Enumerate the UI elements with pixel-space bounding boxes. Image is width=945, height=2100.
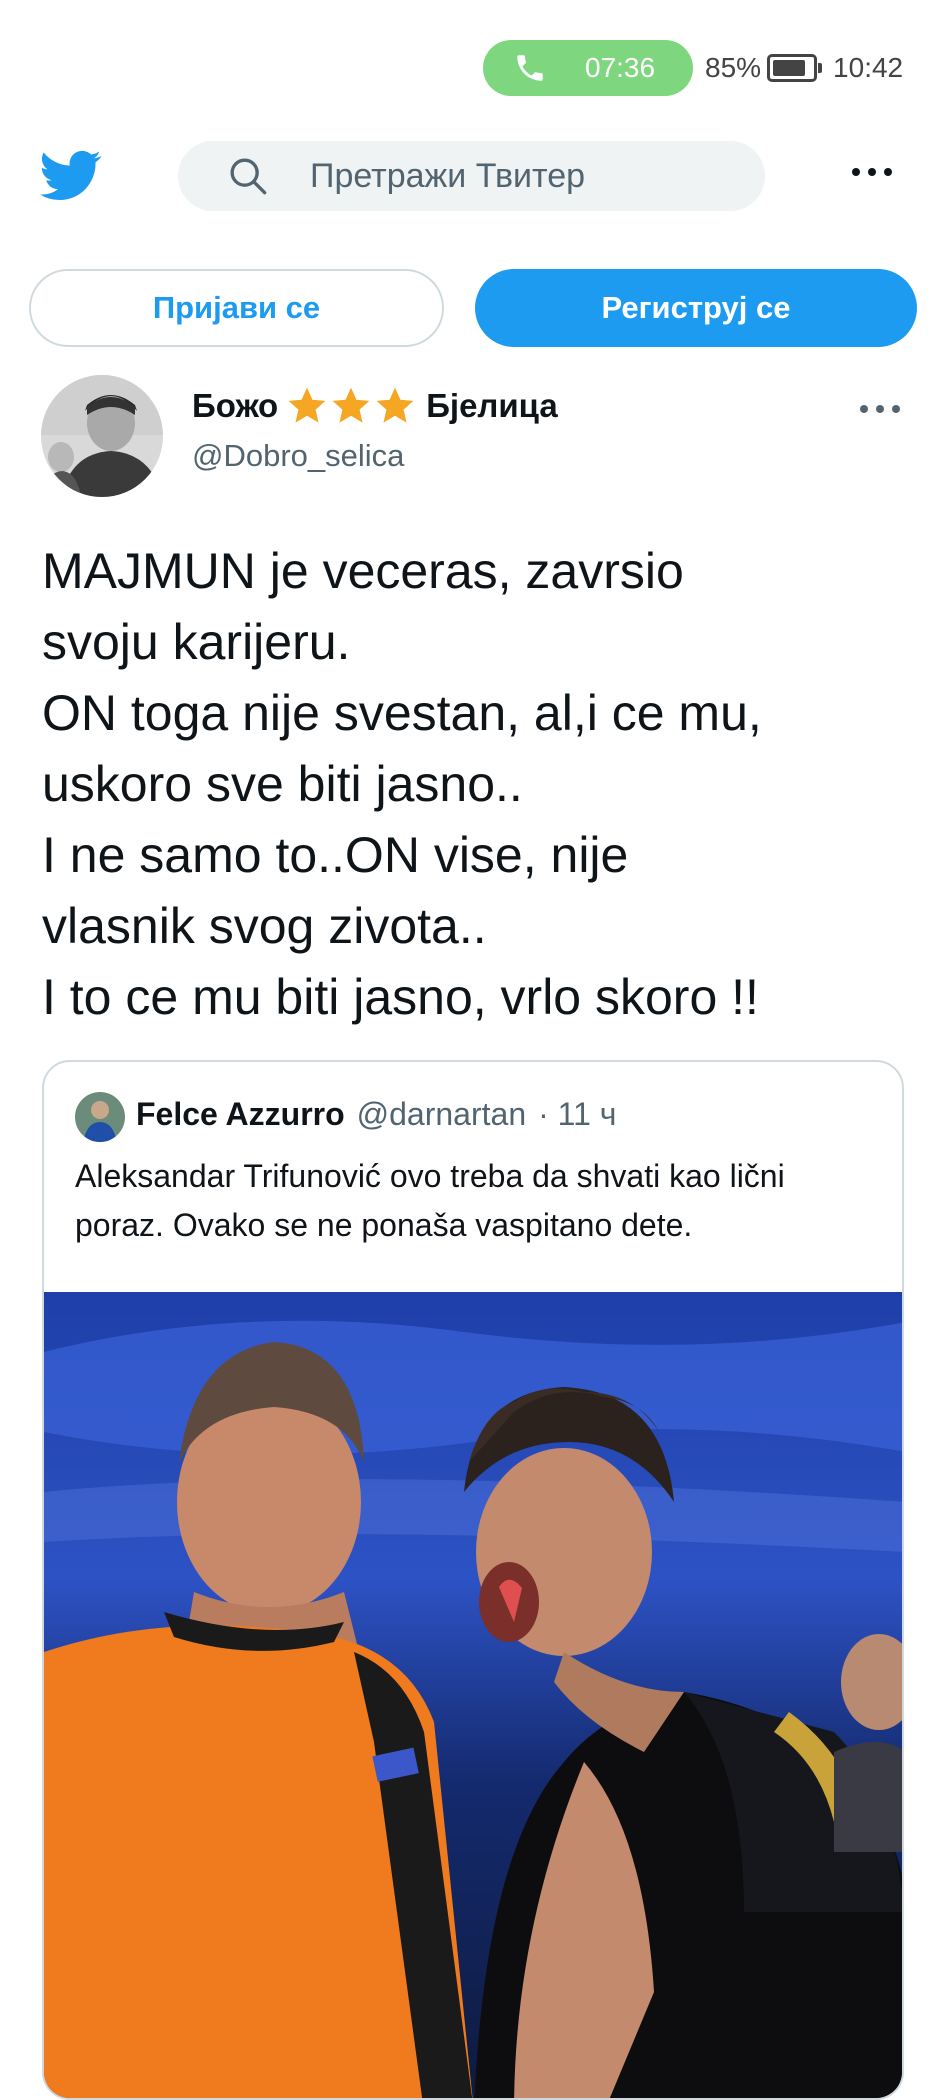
more-icon[interactable]	[850, 160, 894, 184]
star-icon	[332, 387, 370, 423]
clock: 10:42	[833, 52, 904, 83]
author-avatar[interactable]	[41, 375, 163, 497]
author-handle[interactable]: @Dobro_selica	[192, 438, 404, 474]
phone-icon	[517, 55, 543, 81]
quoted-photo[interactable]	[44, 1292, 904, 2100]
author-name[interactable]: Божо Бјелица	[192, 385, 558, 427]
status-bar: 07:36 85% 10:42	[0, 0, 945, 135]
quoted-timestamp: · 11 ч	[538, 1096, 617, 1132]
system-indicators: 85% 10:42	[705, 48, 903, 88]
name-stars	[286, 385, 418, 427]
battery-percent: 85%	[705, 52, 762, 83]
call-duration: 07:36	[585, 52, 656, 83]
quoted-author-handle[interactable]: @darnartan	[357, 1096, 526, 1133]
search-input[interactable]: Претражи Твитер	[178, 141, 765, 211]
battery-icon	[767, 54, 823, 82]
quoted-header: Felce Azzurro @darnartan · 11 ч	[136, 1096, 616, 1133]
more-icon[interactable]	[858, 397, 902, 421]
quoted-author-avatar[interactable]	[75, 1092, 125, 1142]
ongoing-call-pill[interactable]: 07:36	[483, 40, 693, 96]
author-last-name: Бјелица	[426, 387, 558, 424]
quoted-author-name[interactable]: Felce Azzurro	[136, 1096, 345, 1133]
signup-button[interactable]: Региструј се	[475, 269, 917, 347]
quoted-tweet[interactable]: Felce Azzurro @darnartan · 11 ч Aleksand…	[42, 1060, 904, 2100]
star-icon	[376, 387, 414, 423]
tweet-text: MAJMUN je veceras, zavrsio svoju karijer…	[42, 543, 762, 1025]
search-placeholder: Претражи Твитер	[310, 156, 586, 195]
author-first-name: Божо	[192, 387, 279, 424]
quoted-text: Aleksandar Trifunović ovo treba da shvat…	[75, 1158, 785, 1243]
login-button[interactable]: Пријави се	[29, 269, 444, 347]
star-icon	[288, 387, 326, 423]
twitter-bird-icon[interactable]	[40, 148, 102, 204]
search-icon	[230, 158, 267, 195]
